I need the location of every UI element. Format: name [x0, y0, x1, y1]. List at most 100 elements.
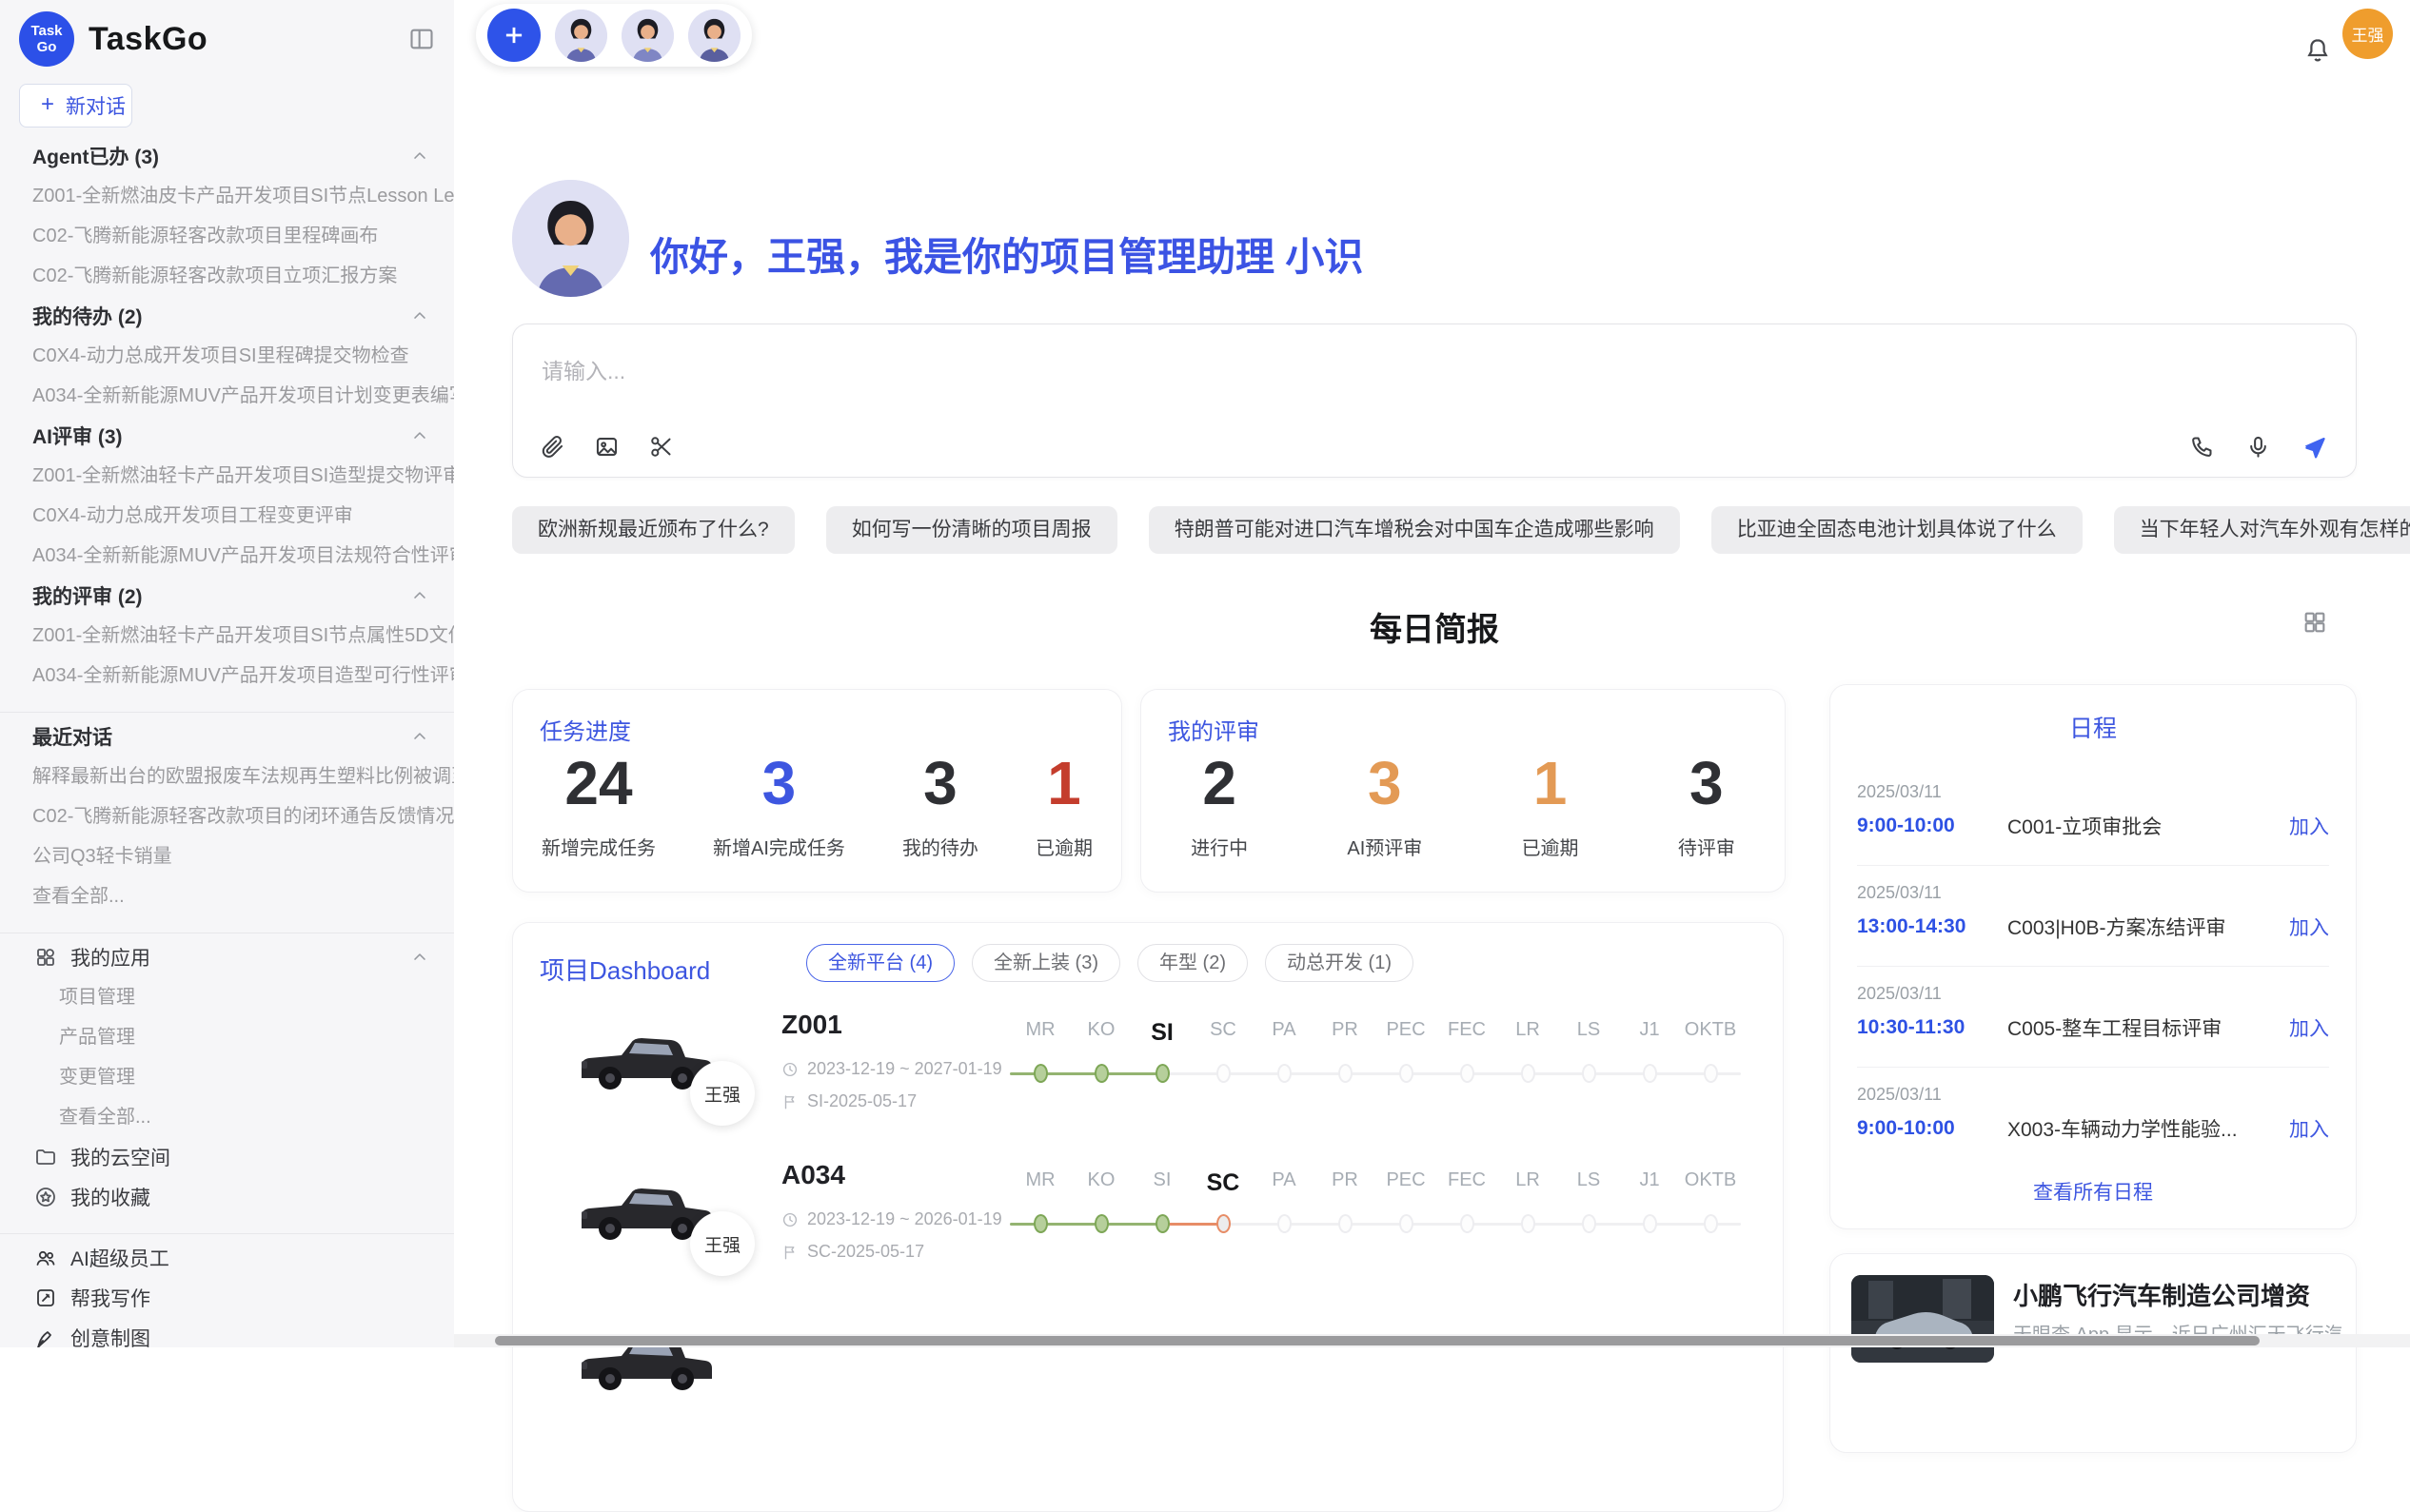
pen-icon	[34, 1326, 57, 1347]
stat-item: 3我的待办	[902, 753, 978, 860]
milestone-dot-PA[interactable]	[1277, 1064, 1292, 1083]
recent-chat-item[interactable]: 解释最新出台的欧盟报废车法规再生塑料比例被调至15%...	[0, 756, 454, 796]
milestone-dot-PEC[interactable]	[1399, 1214, 1413, 1233]
stat-item: 2进行中	[1191, 753, 1248, 860]
milestone-dot-FEC[interactable]	[1460, 1064, 1474, 1083]
sidebar-task-item[interactable]: C02-飞腾新能源轻客改款项目立项汇报方案	[0, 256, 454, 296]
sidebar-task-item[interactable]: Z001-全新燃油轻卡产品开发项目SI造型提交物评审	[0, 456, 454, 496]
sidebar-item-my-apps[interactable]: 我的应用	[0, 937, 454, 977]
suggestion-chip[interactable]: 比亚迪全固态电池计划具体说了什么	[1711, 506, 2083, 554]
horizontal-scrollbar-thumb[interactable]	[495, 1336, 2260, 1345]
join-link[interactable]: 加入	[2289, 812, 2329, 840]
sidebar-item-star[interactable]: 我的收藏	[0, 1177, 454, 1217]
notifications-bell-icon[interactable]	[2303, 36, 2332, 65]
milestone-dot-LR[interactable]	[1521, 1214, 1535, 1233]
milestone-dot-OKTB[interactable]	[1704, 1214, 1718, 1233]
recent-chat-item[interactable]: C02-飞腾新能源轻客改款项目的闭环通告反馈情况	[0, 796, 454, 836]
sidebar-task-item[interactable]: Z001-全新燃油皮卡产品开发项目SI节点Lesson Learn报告	[0, 176, 454, 216]
sidebar-task-item[interactable]: C0X4-动力总成开发项目工程变更评审	[0, 496, 454, 536]
schedule-item[interactable]: 2025/03/11 10:30-11:30 C005-整车工程目标评审 加入	[1857, 967, 2329, 1068]
dashboard-tab[interactable]: 全新平台 (4)	[806, 944, 955, 982]
app-sub-item[interactable]: 变更管理	[0, 1057, 454, 1097]
dashboard-tab[interactable]: 全新上装 (3)	[972, 944, 1120, 982]
sidebar-tool-item[interactable]: 创意制图	[0, 1318, 454, 1347]
send-icon[interactable]	[2301, 434, 2327, 460]
sidebar-collapse-icon[interactable]	[408, 26, 435, 52]
image-icon[interactable]	[594, 434, 620, 460]
suggestion-chip[interactable]: 当下年轻人对汽车外观有怎样的喜好趋势	[2114, 506, 2410, 554]
sidebar-tool-item[interactable]: 帮我写作	[0, 1278, 454, 1318]
dashboard-tab[interactable]: 年型 (2)	[1137, 944, 1248, 982]
milestone-dot-PR[interactable]	[1338, 1064, 1353, 1083]
milestone-dot-LS[interactable]	[1582, 1214, 1596, 1233]
suggestion-chip[interactable]: 如何写一份清晰的项目周报	[826, 506, 1117, 554]
milestone-dot-KO[interactable]	[1095, 1064, 1109, 1083]
join-link[interactable]: 加入	[2289, 913, 2329, 941]
project-row-Z001[interactable]: 王强 Z001 2023-12-19 ~ 2027-01-19 SI-2025-…	[513, 1004, 1783, 1154]
milestone-dot-MR[interactable]	[1034, 1064, 1048, 1083]
sidebar-item-folder[interactable]: 我的云空间	[0, 1137, 454, 1177]
milestone-dot-J1[interactable]	[1643, 1214, 1657, 1233]
recent-chat-item[interactable]: 查看全部...	[0, 876, 454, 916]
milestone-dot-PR[interactable]	[1338, 1214, 1353, 1233]
chevron-up-icon[interactable]	[410, 147, 429, 166]
milestone-dot-J1[interactable]	[1643, 1064, 1657, 1083]
schedule-date: 2025/03/11	[1857, 984, 2329, 1004]
sidebar-task-item[interactable]: A034-全新新能源MUV产品开发项目法规符合性评审	[0, 536, 454, 576]
chat-input[interactable]: 请输入...	[512, 324, 2357, 478]
dashboard-tab[interactable]: 动总开发 (1)	[1265, 944, 1413, 982]
briefing-layout-icon[interactable]	[2301, 609, 2328, 636]
schedule-item[interactable]: 2025/03/11 13:00-14:30 C003|H0B-方案冻结评审 加…	[1857, 866, 2329, 967]
milestone-dot-SI[interactable]	[1156, 1214, 1170, 1233]
schedule-item[interactable]: 2025/03/11 9:00-10:00 C001-立项审批会 加入	[1857, 765, 2329, 866]
sidebar-task-item[interactable]: A034-全新新能源MUV产品开发项目计划变更表编写	[0, 376, 454, 416]
chevron-up-icon[interactable]	[410, 727, 429, 746]
view-all-schedule-link[interactable]: 查看所有日程	[1830, 1177, 2356, 1206]
milestone-dot-PA[interactable]	[1277, 1214, 1292, 1233]
suggestion-chip[interactable]: 特朗普可能对进口汽车增税会对中国车企造成哪些影响	[1149, 506, 1680, 554]
app-sub-item[interactable]: 产品管理	[0, 1017, 454, 1057]
new-chat-button[interactable]: + 新对话	[19, 84, 132, 128]
milestone-dot-PEC[interactable]	[1399, 1064, 1413, 1083]
input-attachment-toolbar	[540, 434, 674, 460]
sidebar-task-item[interactable]: C02-飞腾新能源轻客改款项目里程碑画布	[0, 216, 454, 256]
mic-icon[interactable]	[2245, 434, 2271, 460]
sidebar-task-item[interactable]: Z001-全新燃油轻卡产品开发项目SI节点属性5D文件评审	[0, 616, 454, 656]
news-card[interactable]: 小鹏飞行汽车制造公司增资 天眼查 App 显示，近日广州汇天飞行汽...	[1829, 1253, 2357, 1453]
app-sub-item[interactable]: 查看全部...	[0, 1097, 454, 1137]
project-row-A034[interactable]: 王强 A034 2023-12-19 ~ 2026-01-19 SC-2025-…	[513, 1154, 1783, 1305]
agent-avatar-2[interactable]	[622, 10, 674, 62]
join-link[interactable]: 加入	[2289, 1013, 2329, 1042]
scissors-icon[interactable]	[648, 434, 674, 460]
user-avatar[interactable]: 王强	[2342, 9, 2393, 59]
sidebar-task-item[interactable]: C0X4-动力总成开发项目SI里程碑提交物检查	[0, 336, 454, 376]
join-link[interactable]: 加入	[2289, 1114, 2329, 1143]
add-agent-button[interactable]	[487, 9, 541, 62]
sidebar-task-item[interactable]: A034-全新新能源MUV产品开发项目造型可行性评审	[0, 656, 454, 696]
attach-icon[interactable]	[540, 434, 565, 460]
phone-icon[interactable]	[2189, 434, 2215, 460]
milestone-dot-LR[interactable]	[1521, 1064, 1535, 1083]
schedule-item[interactable]: 2025/03/11 9:00-10:00 X003-车辆动力学性能验... 加…	[1857, 1068, 2329, 1168]
milestone-dot-KO[interactable]	[1095, 1214, 1109, 1233]
milestone-dot-MR[interactable]	[1034, 1214, 1048, 1233]
recent-chat-item[interactable]: 公司Q3轻卡销量	[0, 836, 454, 876]
flag-icon	[781, 1244, 799, 1261]
app-sub-item[interactable]: 项目管理	[0, 977, 454, 1017]
agent-avatar-1[interactable]	[555, 10, 607, 62]
milestone-dot-LS[interactable]	[1582, 1064, 1596, 1083]
milestone-dot-SI[interactable]	[1156, 1064, 1170, 1083]
chevron-up-icon[interactable]	[410, 426, 429, 445]
agent-avatar-3[interactable]	[688, 10, 741, 62]
milestone-dot-SC[interactable]	[1216, 1064, 1231, 1083]
chevron-up-icon[interactable]	[410, 586, 429, 605]
apps-grid-icon	[34, 946, 57, 969]
milestone-dot-OKTB[interactable]	[1704, 1064, 1718, 1083]
sidebar-tool-item[interactable]: AI超级员工	[0, 1238, 454, 1278]
suggestion-chip[interactable]: 欧洲新规最近颁布了什么?	[512, 506, 795, 554]
chevron-up-icon[interactable]	[410, 306, 429, 325]
milestone-dot-SC[interactable]	[1216, 1214, 1231, 1233]
chevron-up-icon[interactable]	[410, 948, 429, 967]
milestone-dot-FEC[interactable]	[1460, 1214, 1474, 1233]
project-row-partial[interactable]	[513, 1305, 1783, 1455]
